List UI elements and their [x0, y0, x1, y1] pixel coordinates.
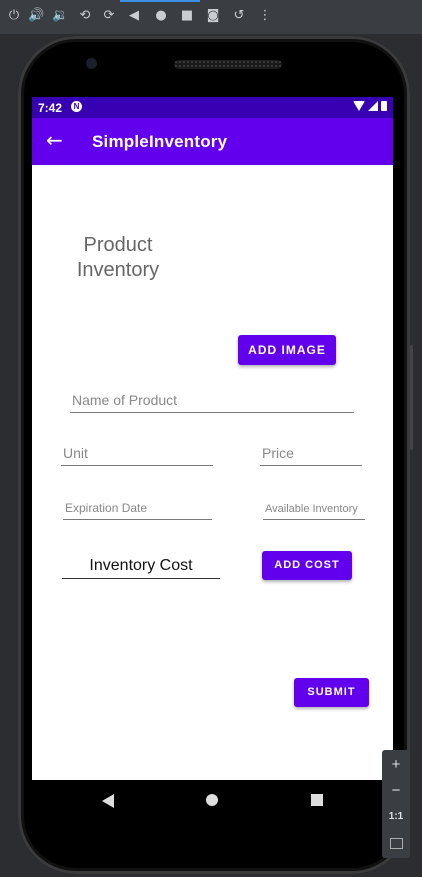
- status-time: 7:42: [38, 101, 63, 115]
- price-placeholder: Price: [262, 445, 294, 461]
- more-icon[interactable]: ⋮: [257, 8, 273, 24]
- overview-icon[interactable]: ■: [179, 8, 195, 24]
- nav-back-icon[interactable]: [102, 794, 114, 808]
- system-icons: [353, 101, 387, 111]
- snapshot-icon[interactable]: ↺: [231, 8, 247, 24]
- side-button: [410, 345, 413, 450]
- app-bar: ← SimpleInventory: [32, 118, 393, 165]
- available-inventory-placeholder: Available Inventory: [265, 503, 358, 515]
- wifi-icon: [353, 101, 365, 111]
- zoom-fit-icon[interactable]: [390, 838, 403, 849]
- volume-up-icon[interactable]: 🔊: [28, 8, 44, 24]
- rotate-left-icon[interactable]: ⟲: [77, 8, 93, 24]
- zoom-actual-size-button[interactable]: 1:1: [382, 804, 410, 830]
- battery-icon: [381, 101, 387, 111]
- expiration-date-field[interactable]: Expiration Date: [63, 497, 212, 520]
- toolbar-accent-line: [120, 0, 200, 2]
- product-name-placeholder: Name of Product: [72, 392, 178, 408]
- emulator-toolbar: ⏻ 🔊 🔉 ⟲ ⟳ ◀ ● ■ ◙ ↺ ⋮: [0, 0, 422, 34]
- status-bar: 7:42 N: [32, 97, 393, 118]
- home-icon[interactable]: ●: [153, 8, 169, 24]
- unit-field[interactable]: Unit: [61, 438, 213, 466]
- nav-home-icon[interactable]: [206, 794, 218, 806]
- back-icon[interactable]: ◀: [126, 8, 142, 24]
- earpiece-speaker: [174, 60, 282, 69]
- inventory-cost-field[interactable]: Inventory Cost: [62, 554, 220, 579]
- rotate-right-icon[interactable]: ⟳: [101, 8, 117, 24]
- volume-down-icon[interactable]: 🔉: [52, 8, 68, 24]
- signal-icon: [368, 101, 378, 111]
- add-cost-button[interactable]: ADD COST: [262, 551, 352, 580]
- device-screen: 7:42 N ← SimpleInventory Product Invento…: [32, 97, 393, 780]
- zoom-panel: + − 1:1: [382, 750, 410, 858]
- notification-icon: N: [71, 101, 82, 112]
- product-name-field[interactable]: Name of Product: [70, 385, 354, 413]
- zoom-out-button[interactable]: −: [382, 778, 410, 804]
- front-camera: [86, 58, 97, 69]
- page-heading: Product Inventory: [76, 234, 160, 281]
- screenshot-icon[interactable]: ◙: [205, 8, 221, 24]
- available-inventory-field[interactable]: Available Inventory: [263, 497, 365, 520]
- add-image-button[interactable]: ADD IMAGE: [238, 335, 336, 365]
- app-title: SimpleInventory: [92, 132, 228, 151]
- zoom-in-button[interactable]: +: [382, 752, 410, 778]
- expiration-date-placeholder: Expiration Date: [65, 501, 148, 515]
- unit-placeholder: Unit: [63, 445, 88, 461]
- back-arrow-icon[interactable]: ←: [46, 130, 66, 150]
- price-field[interactable]: Price: [260, 438, 362, 466]
- navigation-bar: [32, 780, 393, 822]
- power-icon[interactable]: ⏻: [6, 8, 22, 24]
- nav-recents-icon[interactable]: [311, 794, 323, 806]
- submit-button[interactable]: SUBMIT: [294, 678, 369, 707]
